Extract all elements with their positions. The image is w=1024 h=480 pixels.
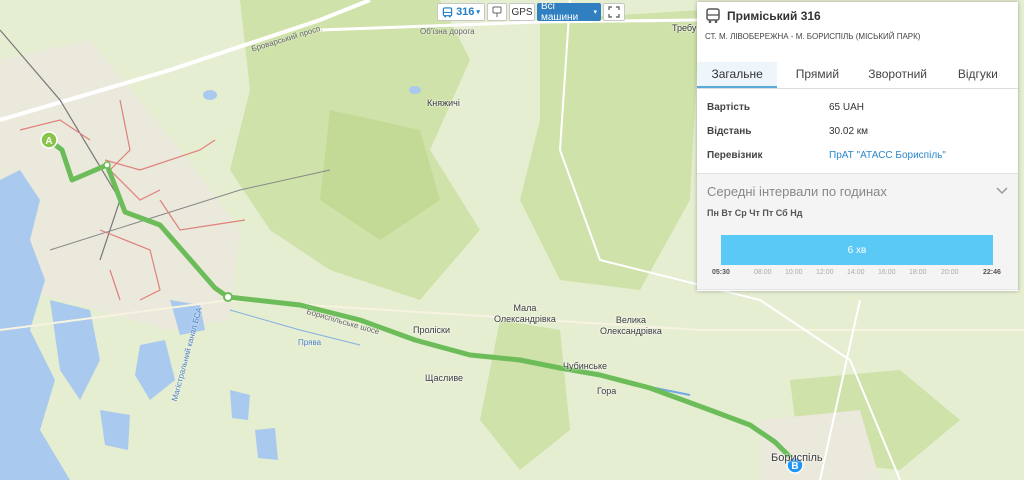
stops-toggle-button[interactable] xyxy=(487,3,507,21)
intervals-title: Середні інтервали по годинах xyxy=(707,183,887,199)
interval-bar-label: 6 хв xyxy=(847,244,867,256)
chevron-down-icon xyxy=(996,187,1008,195)
axis-tick: 08:00 xyxy=(754,269,772,276)
tab-general[interactable]: Загальне xyxy=(697,62,778,88)
route-subtitle: СТ. М. ЛІВОБЕРЕЖНА - М. БОРИСПІЛЬ (МІСЬК… xyxy=(705,32,921,41)
carrier-link[interactable]: ПрАТ "АТАСС Бориспіль" xyxy=(829,150,946,161)
cost-value: 65 UAH xyxy=(829,101,865,113)
fit-route-button[interactable] xyxy=(603,3,625,21)
axis-tick: 10:00 xyxy=(785,269,803,276)
bus-icon xyxy=(442,6,453,18)
route-number: 316 xyxy=(456,6,475,18)
carrier-row: Перевізник ПрАТ "АТАСС Бориспіль" xyxy=(707,143,1008,167)
vehicles-label: Всі машини xyxy=(541,1,579,23)
obizna-road-label: Об'їзна дорога xyxy=(420,27,475,36)
proliski-label: Проліски xyxy=(413,325,450,335)
interval-bar[interactable]: 6 хв xyxy=(721,235,993,265)
bus-stop-icon xyxy=(492,6,502,17)
route-info-panel: Приміський 316 СТ. М. ЛІВОБЕРЕЖНА - М. Б… xyxy=(697,2,1018,291)
distance-label: Відстань xyxy=(707,125,752,137)
axis-tick: 12:00 xyxy=(816,269,834,276)
mala-oleksandrivka-label: Мала Олександрівка xyxy=(494,303,556,324)
interval-axis: 05:30 08:00 10:00 12:00 14:00 16:00 18:0… xyxy=(707,265,1008,279)
intervals-section: Середні інтервали по годинах Пн Вт Ср Чт… xyxy=(697,173,1018,290)
shchaslyve-label: Щасливе xyxy=(425,373,464,383)
carrier-label: Перевізник xyxy=(707,149,763,161)
trebu-label: Требу xyxy=(672,23,697,33)
intervals-header[interactable]: Середні інтервали по годинах xyxy=(707,174,1008,208)
velyka-oleksandrivka-label: Велика Олександрівка xyxy=(600,315,662,336)
chubynske-label: Чубинське xyxy=(563,361,607,371)
gora-label: Гора xyxy=(597,386,617,396)
gps-label: GPS xyxy=(511,6,533,18)
axis-tick: 16:00 xyxy=(878,269,896,276)
marker-a-label: A xyxy=(45,136,52,147)
route-select-button[interactable]: 316 ▾ xyxy=(437,3,485,21)
gps-toggle-button[interactable]: GPS xyxy=(509,3,535,21)
axis-tick: 14:00 xyxy=(847,269,865,276)
route-title: Приміський 316 xyxy=(727,9,821,23)
fit-bounds-icon xyxy=(608,6,620,18)
panel-header: Приміський 316 СТ. М. ЛІВОБЕРЕЖНА - М. Б… xyxy=(697,2,1018,54)
weekdays-label: Пн Вт Ср Чт Пт Сб Нд xyxy=(707,208,803,218)
cost-label: Вартість xyxy=(707,101,751,113)
axis-tick: 22:46 xyxy=(983,269,1001,276)
route-stop[interactable] xyxy=(223,292,233,302)
chevron-down-icon: ▾ xyxy=(593,9,597,16)
distance-row: Відстань 30.02 км xyxy=(707,119,1008,143)
tab-return[interactable]: Зворотний xyxy=(858,62,938,88)
cost-row: Вартість 65 UAH xyxy=(707,95,1008,119)
chevron-down-icon: ▾ xyxy=(476,9,480,16)
vehicles-select-button[interactable]: Всі машини ▾ xyxy=(537,1,601,23)
marker-a[interactable]: A xyxy=(40,131,58,149)
route-stop[interactable] xyxy=(103,161,111,169)
tab-forward[interactable]: Прямий xyxy=(777,62,857,88)
distance-value: 30.02 км xyxy=(829,125,869,137)
map-toolbar: 316 ▾ GPS Всі машини ▾ xyxy=(437,1,625,23)
boryspil-label: Бориспіль xyxy=(771,452,823,464)
tab-reviews[interactable]: Відгуки xyxy=(938,62,1018,88)
route-info: Вартість 65 UAH Відстань 30.02 км Переві… xyxy=(697,89,1018,167)
axis-tick: 05:30 xyxy=(712,269,730,276)
bus-icon xyxy=(706,8,720,24)
axis-tick: 20:00 xyxy=(941,269,959,276)
priava-label: Прява xyxy=(298,338,322,347)
axis-tick: 18:00 xyxy=(909,269,927,276)
panel-tabs: Загальне Прямий Зворотний Відгуки xyxy=(697,62,1018,89)
kniazhychi-label: Княжичі xyxy=(427,98,460,108)
